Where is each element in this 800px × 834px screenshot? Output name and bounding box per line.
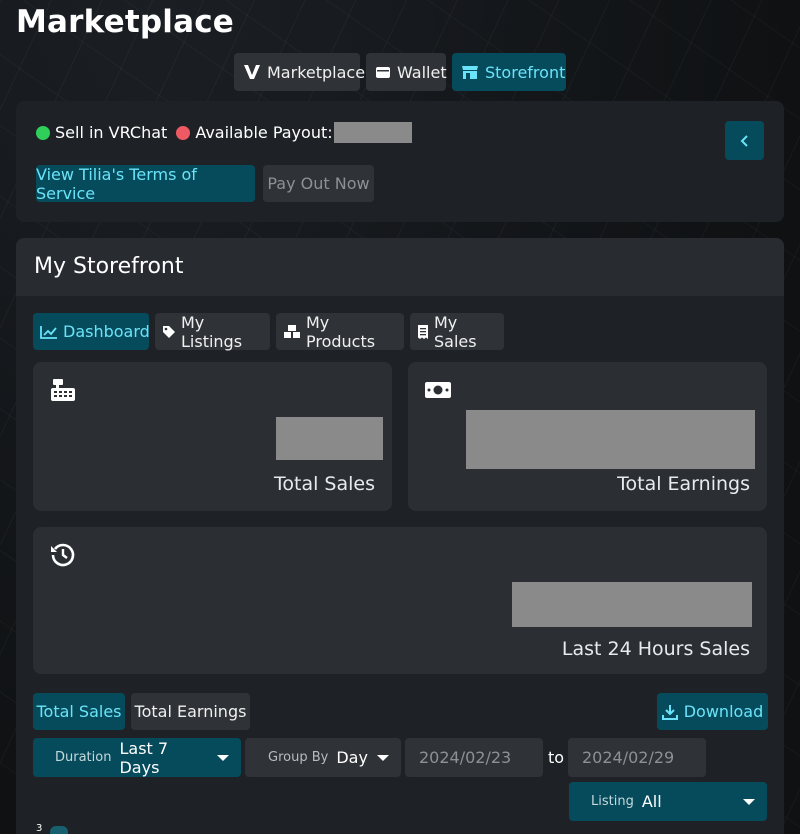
- chevron-down-icon: [217, 754, 229, 761]
- duration-select-label: Duration: [55, 750, 112, 765]
- pay-out-now-button[interactable]: Pay Out Now: [263, 165, 374, 202]
- total-earnings-value-redacted: [466, 410, 755, 469]
- group-by-select[interactable]: Group By Day: [245, 738, 401, 777]
- tab-my-products-label: My Products: [306, 312, 376, 351]
- date-from-input[interactable]: 2024/02/23: [405, 738, 543, 777]
- money-bill-icon: [424, 380, 452, 400]
- last-24-hours-value-redacted: [512, 582, 752, 627]
- history-icon: [50, 542, 76, 568]
- storefront-icon: [461, 64, 479, 80]
- last-24-hours-label: Last 24 Hours Sales: [561, 638, 750, 660]
- nav-marketplace-button[interactable]: Marketplace: [234, 53, 365, 91]
- toggle-total-earnings-button[interactable]: Total Earnings: [131, 693, 250, 730]
- total-sales-value-redacted: [276, 417, 383, 460]
- chart-series-line: [50, 826, 68, 834]
- toggle-total-sales-button[interactable]: Total Sales: [33, 693, 125, 730]
- group-by-select-label: Group By: [268, 750, 329, 765]
- date-range-separator: to: [548, 748, 565, 767]
- duration-select[interactable]: Duration Last 7 Days: [33, 738, 241, 777]
- tab-my-listings-label: My Listings: [181, 312, 243, 351]
- tag-icon: [162, 325, 176, 339]
- payout-status-dot: [176, 125, 191, 140]
- chart-line-icon: [40, 325, 58, 339]
- group-by-select-value: Day: [336, 748, 368, 767]
- cash-register-icon: [50, 378, 76, 402]
- download-label: Download: [683, 702, 764, 721]
- receipt-icon: [417, 324, 429, 340]
- payout-status-line: Sell in VRChat Available Payout:: [36, 122, 412, 143]
- listing-select-label: Listing: [591, 794, 634, 809]
- listing-select-value: All: [641, 792, 662, 811]
- nav-wallet-label: Wallet: [397, 62, 447, 82]
- view-terms-button[interactable]: View Tilia's Terms of Service: [36, 165, 255, 203]
- sell-in-vrchat-label: Sell in VRChat: [55, 123, 168, 142]
- tab-my-products[interactable]: My Products: [276, 312, 404, 351]
- chevron-left-icon: [739, 134, 751, 148]
- available-payout-label: Available Payout:: [195, 123, 333, 142]
- download-icon: [661, 704, 678, 720]
- payout-status-card: [16, 101, 784, 222]
- storefront-title: My Storefront: [34, 254, 184, 279]
- listing-select[interactable]: Listing All: [569, 782, 767, 821]
- collapse-panel-button[interactable]: [725, 121, 764, 160]
- total-sales-label: Total Sales: [274, 473, 375, 495]
- tab-my-sales-label: My Sales: [434, 312, 477, 351]
- boxes-icon: [283, 324, 301, 339]
- chevron-down-icon: [743, 798, 755, 805]
- nav-wallet-button[interactable]: Wallet: [366, 53, 447, 91]
- tab-dashboard[interactable]: Dashboard: [33, 313, 150, 350]
- tab-dashboard-label: Dashboard: [63, 322, 150, 341]
- date-to-input[interactable]: 2024/02/29: [568, 738, 706, 777]
- payout-amount-redacted: [333, 122, 412, 143]
- nav-storefront-button[interactable]: Storefront: [452, 53, 566, 91]
- download-button[interactable]: Download: [657, 693, 768, 730]
- nav-marketplace-label: Marketplace: [267, 62, 366, 82]
- total-earnings-label: Total Earnings: [617, 473, 750, 495]
- nav-storefront-label: Storefront: [485, 62, 566, 82]
- duration-select-value: Last 7 Days: [119, 738, 169, 777]
- page-title: Marketplace: [16, 4, 235, 40]
- wallet-icon: [375, 65, 391, 79]
- tab-my-listings[interactable]: My Listings: [155, 312, 270, 351]
- vrchat-v-icon: [243, 64, 261, 80]
- chart-y-tick: 3: [36, 823, 43, 834]
- tab-my-sales[interactable]: My Sales: [410, 312, 504, 351]
- sell-status-dot: [36, 125, 50, 140]
- chevron-down-icon: [377, 754, 389, 761]
